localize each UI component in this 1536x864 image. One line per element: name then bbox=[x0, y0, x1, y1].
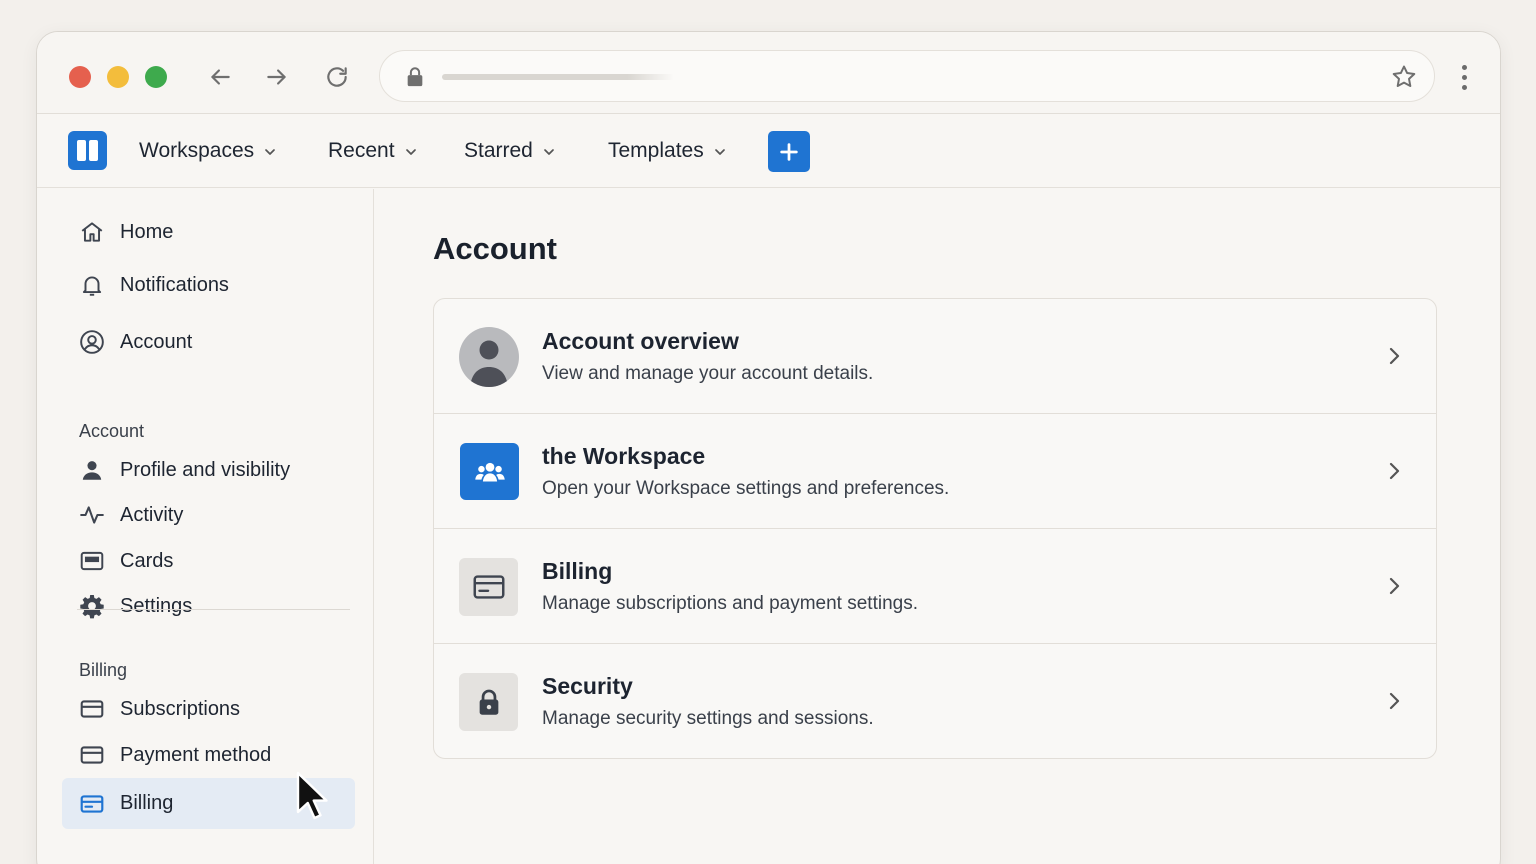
row-workspace[interactable]: the Workspace Open your Workspace settin… bbox=[434, 413, 1436, 528]
row-account-overview[interactable]: Account overview View and manage your ac… bbox=[434, 299, 1436, 414]
credit-card-icon bbox=[459, 558, 518, 616]
lock-icon bbox=[407, 67, 423, 87]
maximize-window-button[interactable] bbox=[145, 66, 167, 88]
back-button[interactable] bbox=[205, 62, 235, 92]
close-window-button[interactable] bbox=[69, 66, 91, 88]
section-heading-account: Account bbox=[79, 421, 145, 441]
row-title: the Workspace bbox=[542, 443, 706, 469]
row-description: Manage security settings and sessions. bbox=[542, 708, 874, 729]
menu-label: Templates bbox=[608, 139, 704, 162]
activity-icon bbox=[78, 501, 106, 529]
star-icon[interactable] bbox=[1390, 63, 1418, 91]
chevron-down-icon bbox=[405, 149, 416, 155]
chevron-down-icon bbox=[544, 149, 554, 155]
address-bar[interactable] bbox=[379, 50, 1435, 102]
reload-button[interactable] bbox=[322, 62, 352, 92]
recent-menu[interactable]: Recent bbox=[328, 134, 419, 168]
person-icon bbox=[78, 456, 106, 484]
browser-toolbar bbox=[37, 32, 1500, 114]
home-icon bbox=[78, 218, 106, 246]
sidebar-item-account[interactable]: Account bbox=[62, 319, 355, 365]
chevron-down-icon bbox=[714, 149, 725, 155]
sidebar-item-label: Account bbox=[120, 330, 193, 353]
lock-icon bbox=[459, 673, 518, 731]
sidebar-item-label: Activity bbox=[120, 503, 184, 526]
row-title: Account overview bbox=[542, 328, 739, 354]
starred-menu[interactable]: Starred bbox=[464, 134, 557, 168]
main-content: Account Account overview View and manage… bbox=[374, 189, 1500, 864]
sidebar-item-settings[interactable]: Settings bbox=[62, 583, 355, 629]
chevron-right-icon bbox=[1389, 462, 1400, 480]
row-title: Billing bbox=[542, 558, 613, 584]
account-settings-list: Account overview View and manage your ac… bbox=[433, 298, 1437, 759]
credit-card-icon bbox=[78, 695, 106, 723]
url-placeholder-bar bbox=[442, 74, 674, 80]
chevron-down-icon bbox=[265, 149, 276, 155]
credit-card-icon bbox=[78, 790, 106, 818]
gear-icon bbox=[78, 592, 106, 620]
templates-menu[interactable]: Templates bbox=[608, 134, 728, 168]
back-arrow-icon bbox=[211, 69, 230, 85]
bell-icon bbox=[78, 271, 106, 299]
sidebar-item-label: Payment method bbox=[120, 743, 272, 766]
sidebar-item-activity[interactable]: Activity bbox=[62, 492, 355, 538]
row-title: Security bbox=[542, 673, 633, 699]
browser-window: Workspaces Recent Starred Templates Home bbox=[36, 31, 1501, 864]
sidebar-item-label: Settings bbox=[120, 594, 193, 617]
sidebar-divider bbox=[77, 609, 350, 610]
row-billing[interactable]: Billing Manage subscriptions and payment… bbox=[434, 528, 1436, 643]
sidebar-item-notifications[interactable]: Notifications bbox=[62, 262, 355, 308]
sidebar-item-home[interactable]: Home bbox=[62, 209, 355, 255]
forward-button[interactable] bbox=[262, 62, 292, 92]
row-description: Manage subscriptions and payment setting… bbox=[542, 593, 918, 614]
forward-arrow-icon bbox=[267, 69, 286, 85]
avatar-icon bbox=[459, 327, 519, 387]
chevron-right-icon bbox=[1389, 577, 1400, 595]
card-icon bbox=[78, 547, 106, 575]
sidebar-item-label: Cards bbox=[120, 549, 174, 572]
sidebar: Home Notifications Account Account Profi… bbox=[37, 189, 374, 864]
sidebar-item-profile[interactable]: Profile and visibility bbox=[62, 447, 355, 493]
section-heading-billing: Billing bbox=[79, 660, 128, 680]
sidebar-item-cards[interactable]: Cards bbox=[62, 538, 355, 584]
row-description: View and manage your account details. bbox=[542, 363, 874, 384]
sidebar-item-label: Billing bbox=[120, 792, 174, 814]
menu-label: Starred bbox=[464, 139, 533, 162]
kebab-menu-icon[interactable] bbox=[1452, 62, 1476, 92]
sidebar-item-label: Subscriptions bbox=[120, 697, 241, 720]
sidebar-item-billing[interactable]: Billing bbox=[62, 778, 355, 829]
user-circle-icon bbox=[78, 328, 106, 356]
create-button[interactable] bbox=[768, 131, 810, 172]
row-security[interactable]: Security Manage security settings and se… bbox=[434, 643, 1436, 758]
workspaces-menu[interactable]: Workspaces bbox=[139, 134, 278, 168]
menu-label: Recent bbox=[328, 139, 395, 162]
row-description: Open your Workspace settings and prefere… bbox=[542, 478, 950, 499]
menu-label: Workspaces bbox=[139, 139, 255, 162]
chevron-right-icon bbox=[1389, 692, 1400, 710]
sidebar-item-label: Profile and visibility bbox=[120, 458, 291, 481]
page-title: Account bbox=[433, 231, 557, 266]
plus-icon bbox=[780, 142, 798, 161]
sidebar-item-subscriptions[interactable]: Subscriptions bbox=[62, 686, 355, 732]
sidebar-item-label: Home bbox=[120, 220, 174, 243]
app-logo[interactable] bbox=[68, 131, 107, 170]
app-header: Workspaces Recent Starred Templates bbox=[37, 114, 1500, 188]
chevron-right-icon bbox=[1389, 347, 1400, 365]
sidebar-item-label: Notifications bbox=[120, 273, 229, 296]
sidebar-item-payment-method[interactable]: Payment method bbox=[62, 732, 355, 778]
credit-card-icon bbox=[78, 741, 106, 769]
team-icon bbox=[460, 443, 519, 500]
minimize-window-button[interactable] bbox=[107, 66, 129, 88]
reload-icon bbox=[327, 67, 347, 87]
